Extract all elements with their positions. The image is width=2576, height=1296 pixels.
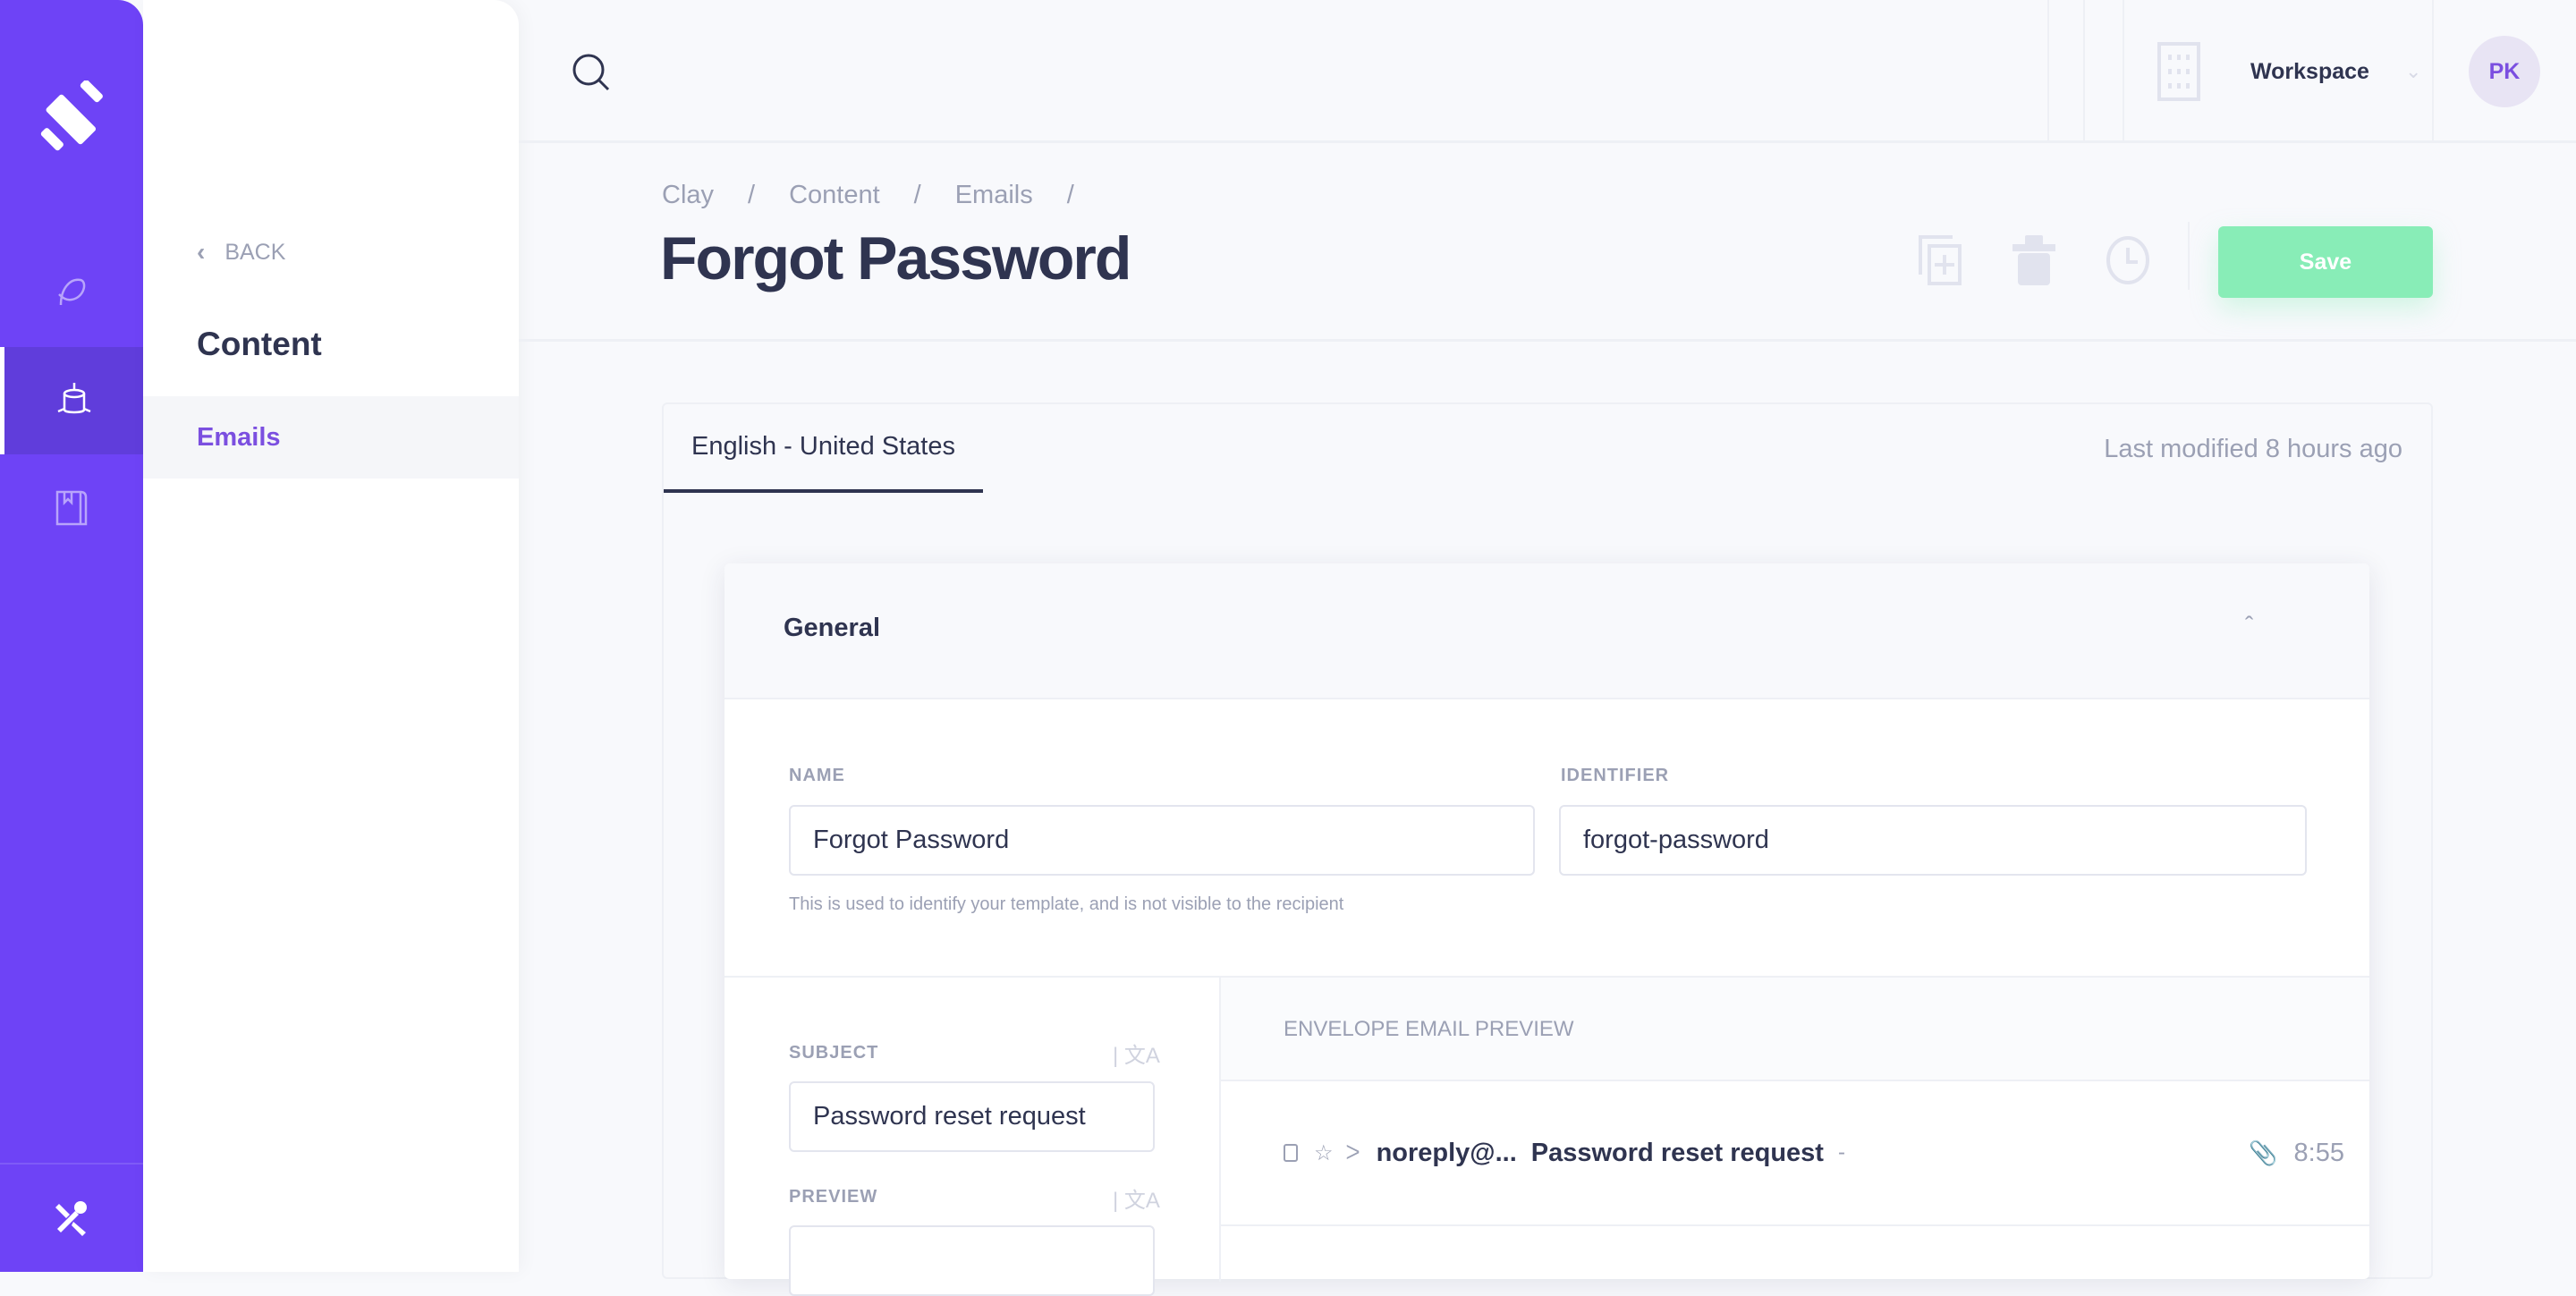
name-label: NAME [789,766,845,785]
star-icon[interactable]: ☆ [1314,1140,1334,1166]
rail-item-leaf[interactable] [0,237,143,344]
last-modified: Last modified 8 hours ago [2104,435,2402,463]
database-icon [57,383,90,414]
general-section: General ˆ NAME Forgot Password This is u… [724,563,2369,1296]
envelope-header: ENVELOPE EMAIL PREVIEW [1221,978,2369,1081]
history-icon[interactable] [2106,235,2150,285]
envelope-sender: noreply@... [1376,1138,1517,1167]
workspace-selector[interactable]: Workspace ⌄ [2157,42,2422,101]
app-rail [0,0,143,1272]
leaf-icon [58,278,86,306]
back-link[interactable]: ‹ BACK [197,238,285,267]
paperclip-icon: 📎 [2249,1139,2278,1166]
name-input[interactable]: Forgot Password [789,805,1535,876]
tab-label: English - United States [691,432,955,461]
translate-icon[interactable]: | 文A [1113,1182,1160,1214]
book-icon [55,490,88,526]
subject-value: Password reset request [813,1102,1086,1131]
checkbox-icon[interactable] [1284,1144,1298,1162]
sidebar-item-emails[interactable]: Emails [143,396,519,479]
preview-label: PREVIEW [789,1187,878,1207]
envelope-separator: - [1837,1140,1845,1165]
save-button[interactable]: Save [2218,226,2433,298]
rail-item-book[interactable] [0,454,143,562]
save-label: Save [2299,249,2352,275]
page-title: Forgot Password [660,224,1131,292]
breadcrumb: Clay / Content / Emails / [662,181,1108,210]
chevron-left-icon: ‹ [197,238,206,266]
logo-icon[interactable] [36,80,107,157]
back-label: BACK [225,239,286,265]
breadcrumb-separator: / [748,181,756,209]
breadcrumb-item[interactable]: Clay [662,181,714,210]
rail-item-database[interactable] [0,347,143,454]
subject-label: SUBJECT [789,1043,879,1063]
envelope-subject: Password reset request [1530,1138,1824,1167]
avatar[interactable]: PK [2469,36,2540,107]
breadcrumb-separator: / [1066,181,1074,209]
translate-icon[interactable]: | 文A [1113,1038,1160,1069]
duplicate-icon[interactable] [1919,235,1963,285]
page-header: Clay / Content / Emails / Forgot Password S… [519,143,2576,342]
trash-icon[interactable] [2012,235,2055,285]
preview-input[interactable] [789,1225,1155,1296]
name-help-text: This is used to identify your template, … [789,894,1344,914]
tab-english-united-states[interactable]: English - United States [664,404,983,493]
sidebar-item-label: Emails [197,422,281,452]
search-icon[interactable] [571,52,612,93]
envelope-email-row: ☆ ᐳ noreply@... Password reset request -… [1221,1081,2369,1226]
divider [2188,222,2190,290]
breadcrumb-separator: / [913,181,921,209]
breadcrumb-item[interactable]: Emails [955,181,1033,210]
envelope-time: 8:55 [2293,1138,2344,1167]
avatar-initials: PK [2488,58,2521,84]
breadcrumb-item[interactable]: Content [789,181,880,210]
workspace-label: Workspace [2250,58,2369,84]
general-header[interactable]: General ˆ [724,563,2369,699]
chevron-down-icon: ⌄ [2404,60,2422,82]
important-icon[interactable]: ᐳ [1346,1141,1360,1165]
building-icon [2157,42,2200,101]
subject-input[interactable]: Password reset request [789,1081,1155,1152]
section-title: General [784,614,880,642]
panel-title: Content [197,326,322,362]
top-bar: Workspace ⌄ PK [519,0,2576,143]
envelope-title: ENVELOPE EMAIL PREVIEW [1284,1017,1574,1041]
rail-item-tools[interactable] [0,1165,143,1272]
chevron-up-icon[interactable]: ˆ [2245,612,2253,640]
identifier-label: IDENTIFIER [1561,766,1670,785]
identifier-value: forgot-password [1583,826,1769,854]
name-value: Forgot Password [813,826,1010,854]
secondary-sidebar: ‹ BACK Content Emails [143,0,519,1272]
identifier-input[interactable]: forgot-password [1559,805,2307,876]
tools-icon [55,1201,87,1236]
